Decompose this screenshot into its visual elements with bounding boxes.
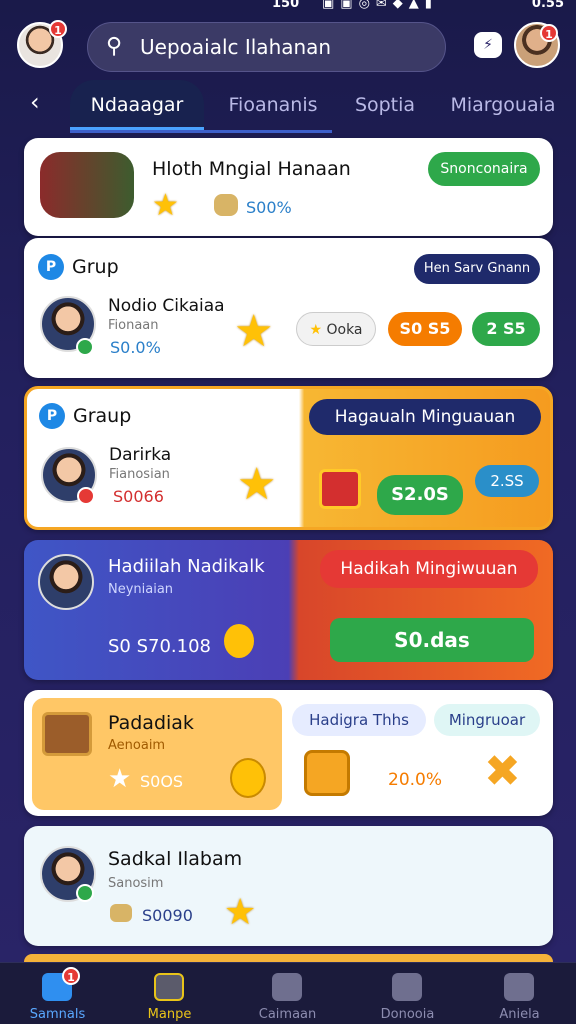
card4-subtitle: Neyniaian [108, 582, 174, 597]
status-time: 150 [272, 0, 300, 11]
card-reward[interactable]: Hadiilah Nadikalk Neyniaian S0 S70.108 H… [24, 540, 553, 680]
online-badge [76, 338, 94, 356]
card1-amount: S00% [246, 198, 292, 217]
card-group-1[interactable]: P Grup Hen Sarv Gnann Nodio Cikaiaa Fion… [24, 238, 553, 378]
group-icon: P [38, 254, 64, 280]
tab-bar: ‹ Ndaaagar Fioananis Soptia Miargouaia [0, 80, 576, 136]
card4-amount: S0 S70.108 [108, 636, 212, 657]
tab-ndaaagar[interactable]: Ndaaagar [70, 80, 204, 130]
back-chevron-icon[interactable]: ‹ [30, 88, 40, 116]
bottom-nav: 1 Samnals Manpe Caimaan Donooia Aniela [0, 962, 576, 1024]
card-highlight[interactable]: Hloth Mngial Hanaan ★ S00% Snonconaira [24, 138, 553, 236]
star-icon: ★ [152, 188, 179, 223]
card2-group-label: Grup [72, 256, 119, 278]
card2-name: Nodio Cikaiaa [108, 296, 225, 316]
star-icon: ★ [309, 322, 323, 338]
nav-create-label: Caimaan [258, 1007, 317, 1022]
card3-name: Darirka [109, 445, 172, 465]
nav-home-badge: 1 [62, 967, 80, 985]
nav-create[interactable]: Caimaan [230, 963, 345, 1024]
card6-name: Sadkal Ilabam [108, 848, 243, 870]
card1-title: Hloth Mngial Hanaan [152, 158, 351, 180]
star-icon: ★ [224, 892, 257, 933]
status-badge [77, 487, 95, 505]
coin-stack-icon [214, 194, 238, 216]
star-icon: ★ [234, 306, 274, 357]
nav-wallet[interactable]: Donooia [350, 963, 465, 1024]
card3-banner: Hagaualn Minguauan [309, 399, 541, 435]
header: 1 ⚲ Uepoaialc Ilahanan ⚡ 1 [0, 18, 576, 78]
tab-indicator [70, 130, 332, 133]
card4-claim-button[interactable]: S0.das [330, 618, 534, 662]
tab-fioananis[interactable]: Fioananis [214, 80, 332, 130]
nav-tasks[interactable]: Manpe [112, 963, 227, 1024]
card3-group-label: Graup [73, 405, 132, 427]
status-icons: ▣▣◎✉◆▲▮ [322, 0, 438, 11]
treasure-chest-icon [42, 712, 92, 756]
close-x-icon[interactable]: ✖ [484, 746, 521, 797]
card2-chip-button[interactable]: ★ Ooka [296, 312, 376, 346]
card3-subtitle: Fianosian [109, 467, 170, 482]
card5-chip-2[interactable]: Mingruoar [434, 704, 540, 736]
card4-banner: Hadikah Mingiwuuan [320, 550, 538, 588]
profile-badge: 1 [49, 20, 67, 38]
tasks-icon [154, 973, 184, 1001]
chat-icon[interactable]: ⚡ [474, 32, 502, 58]
card2-chip-label: Ooka [326, 322, 363, 338]
coin-icon [230, 758, 266, 798]
card-chest[interactable]: Padadiak Aenoaim ★ S0OS Hadigra Thhs Min… [24, 690, 553, 816]
card2-orange-button[interactable]: S0 S5 [388, 312, 462, 346]
card1-action-button[interactable]: Snonconaira [428, 152, 540, 186]
nav-profile[interactable]: Aniela [462, 963, 576, 1024]
add-icon [272, 973, 302, 1001]
nav-profile-label: Aniela [499, 1007, 540, 1022]
card4-name: Hadiilah Nadikalk [108, 556, 265, 577]
search-bar[interactable]: ⚲ Uepoaialc Ilahanan [87, 22, 446, 72]
card3-green-button[interactable]: S2.0S [377, 475, 463, 515]
tab-miargouaia[interactable]: Miargouaia [440, 80, 566, 130]
member-avatar [38, 554, 94, 610]
briefcase-icon [392, 973, 422, 1001]
card2-green-button[interactable]: 2 S5 [472, 312, 540, 346]
card2-amount: S0.0% [110, 338, 161, 357]
search-icon: ⚲ [106, 34, 123, 59]
card3-blue-button[interactable]: 2.SS [475, 465, 539, 497]
search-input-text: Uepoaialc Ilahanan [140, 35, 332, 59]
star-icon: ★ [237, 459, 277, 510]
card5-name: Padadiak [108, 712, 194, 734]
card-group-2[interactable]: P Graup Hagaualn Minguauan Darirka Fiano… [24, 386, 553, 530]
tab-soptia[interactable]: Soptia [340, 80, 430, 130]
status-bar: 150 ▣▣◎✉◆▲▮ 0.55 [0, 0, 576, 14]
card5-chip-1[interactable]: Hadigra Thhs [292, 704, 426, 736]
card5-amount: S0OS [140, 772, 184, 791]
star-icon: ★ [108, 764, 132, 794]
card2-tag-pill[interactable]: Hen Sarv Gnann [414, 254, 540, 284]
card-member[interactable]: Sadkal Ilabam Sanosim S0090 ★ [24, 826, 553, 946]
wallet-icon [304, 750, 350, 796]
card5-subtitle: Aenoaim [108, 738, 166, 753]
card2-subtitle: Fionaan [108, 318, 159, 333]
nav-home-label: Samnals [29, 1007, 86, 1022]
nav-wallet-label: Donooia [380, 1007, 435, 1022]
coin-stack-icon [110, 904, 132, 922]
next-card-edge [24, 954, 553, 962]
nav-home[interactable]: 1 Samnals [0, 963, 115, 1024]
card6-subtitle: Sanosim [108, 876, 164, 891]
nav-tasks-label: Manpe [147, 1007, 192, 1022]
card3-amount: S0066 [113, 487, 164, 506]
card5-percent: 20.0% [388, 770, 443, 790]
group-avatars-image [40, 152, 134, 218]
battery-level: 0.55 [531, 0, 564, 11]
online-badge [76, 884, 94, 902]
card6-amount: S0090 [142, 906, 193, 925]
friend-badge: 1 [540, 24, 558, 42]
coin-icon [224, 624, 254, 658]
people-icon [504, 973, 534, 1001]
gift-box-icon [319, 469, 361, 509]
group-icon: P [39, 403, 65, 429]
